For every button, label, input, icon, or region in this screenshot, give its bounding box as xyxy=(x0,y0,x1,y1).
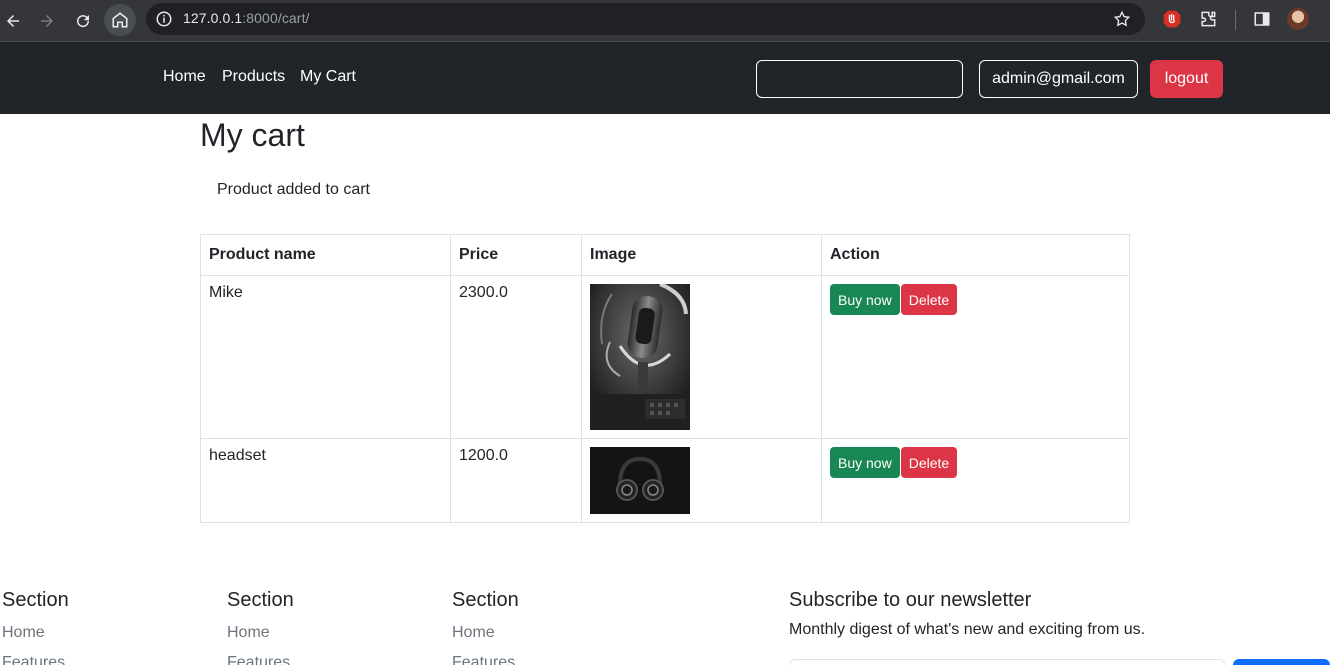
product-price-cell: 1200.0 xyxy=(450,438,582,523)
action-cell: Buy now Delete xyxy=(821,275,1130,439)
footer-section-title: Section xyxy=(227,589,294,611)
footer-section-2: Section Home Features xyxy=(227,589,294,665)
bookmark-star-icon[interactable] xyxy=(1113,10,1131,28)
newsletter-section: Subscribe to our newsletter Monthly dige… xyxy=(789,589,1145,639)
extensions-puzzle-icon[interactable] xyxy=(1197,8,1219,30)
toolbar-divider xyxy=(1235,10,1236,30)
cart-table: Product name Price Image Action Mike 230… xyxy=(200,234,1130,523)
buy-now-button[interactable]: Buy now xyxy=(830,284,900,315)
logout-button[interactable]: logout xyxy=(1150,60,1223,98)
url-path: :8000/cart/ xyxy=(242,10,310,26)
column-header-image: Image xyxy=(581,234,822,276)
table-header-row: Product name Price Image Action xyxy=(200,234,1130,276)
product-price-cell: 2300.0 xyxy=(450,275,582,439)
forward-icon[interactable] xyxy=(34,8,60,34)
table-row: Mike 2300.0 Buy now Delete xyxy=(200,275,1130,439)
page-title: My cart xyxy=(200,117,305,153)
footer-link-features[interactable]: Features xyxy=(227,651,294,665)
adblock-extension-icon[interactable] xyxy=(1161,8,1183,30)
browser-toolbar: 127.0.0.1:8000/cart/ xyxy=(0,0,1330,42)
url-text: 127.0.0.1:8000/cart/ xyxy=(183,10,310,26)
user-email-button[interactable]: admin@gmail.com xyxy=(979,60,1138,98)
subscribe-button[interactable] xyxy=(1233,659,1330,665)
footer-link-home[interactable]: Home xyxy=(227,621,294,645)
newsletter-description: Monthly digest of what's new and excitin… xyxy=(789,621,1146,638)
info-icon[interactable] xyxy=(155,10,173,28)
footer-link-home[interactable]: Home xyxy=(2,621,69,645)
flash-message: Product added to cart xyxy=(217,181,370,198)
microphone-photo xyxy=(590,284,690,430)
footer-section-3: Section Home Features xyxy=(452,589,519,665)
footer-section-title: Section xyxy=(452,589,519,611)
search-input[interactable] xyxy=(756,60,963,98)
footer-link-home[interactable]: Home xyxy=(452,621,519,645)
footer-link-features[interactable]: Features xyxy=(2,651,69,665)
footer-link-features[interactable]: Features xyxy=(452,651,519,665)
nav-link-my-cart[interactable]: My Cart xyxy=(300,68,356,86)
footer-section-1: Section Home Features xyxy=(2,589,69,665)
table-row: headset 1200.0 Buy now Delete xyxy=(200,438,1130,523)
headphones-photo xyxy=(590,447,690,514)
delete-button[interactable]: Delete xyxy=(900,447,958,478)
action-cell: Buy now Delete xyxy=(821,438,1130,523)
profile-avatar[interactable] xyxy=(1287,8,1309,30)
product-image-cell xyxy=(581,275,822,439)
side-panel-icon[interactable] xyxy=(1251,8,1273,30)
product-image-cell xyxy=(581,438,822,523)
newsletter-email-input[interactable] xyxy=(789,659,1225,665)
column-header-price: Price xyxy=(450,234,582,276)
column-header-product-name: Product name xyxy=(200,234,451,276)
nav-link-products[interactable]: Products xyxy=(222,68,285,86)
product-name-cell: Mike xyxy=(200,275,451,439)
product-name-cell: headset xyxy=(200,438,451,523)
address-bar[interactable]: 127.0.0.1:8000/cart/ xyxy=(146,3,1145,35)
footer-section-title: Section xyxy=(2,589,69,611)
url-host: 127.0.0.1 xyxy=(183,10,243,26)
nav-link-home[interactable]: Home xyxy=(163,68,206,86)
home-icon[interactable] xyxy=(104,4,136,36)
back-icon[interactable] xyxy=(0,8,26,34)
buy-now-button[interactable]: Buy now xyxy=(830,447,900,478)
newsletter-title: Subscribe to our newsletter xyxy=(789,589,1032,611)
reload-icon[interactable] xyxy=(70,8,96,34)
site-navbar: Home Products My Cart admin@gmail.com lo… xyxy=(0,42,1330,114)
column-header-action: Action xyxy=(821,234,1130,276)
delete-button[interactable]: Delete xyxy=(900,284,958,315)
